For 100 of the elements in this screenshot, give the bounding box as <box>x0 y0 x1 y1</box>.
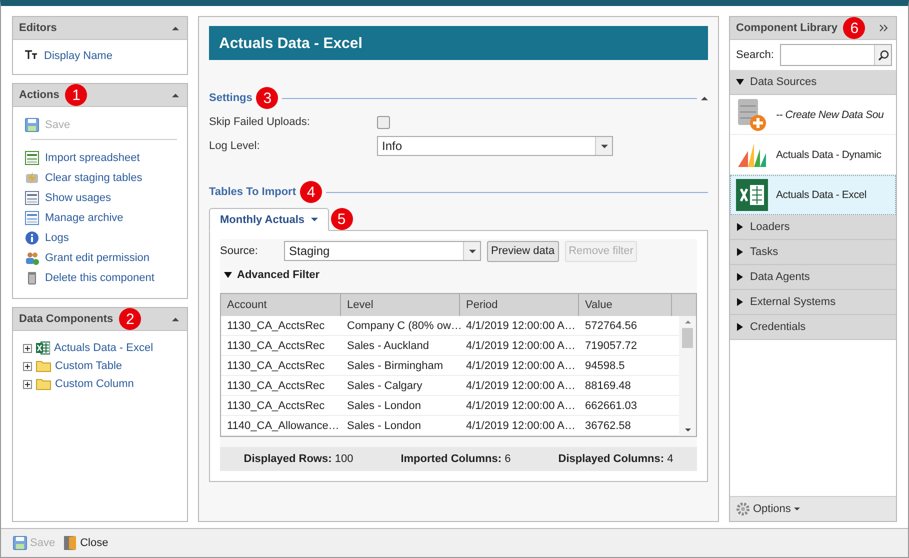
search-field[interactable] <box>780 44 892 66</box>
lightning-icon <box>25 171 39 185</box>
folder-icon <box>36 360 51 372</box>
collapsed-icon[interactable] <box>736 298 744 306</box>
library-item[interactable]: Actuals Data - Excel <box>730 175 896 215</box>
library-section[interactable]: Data Sources <box>730 70 896 95</box>
table-cell: Sales - London <box>341 416 460 436</box>
double-chevron-icon[interactable] <box>879 24 888 32</box>
library-section[interactable]: Data Agents <box>730 265 896 290</box>
section-title: Tables To Import <box>209 186 296 198</box>
spreadsheet-icon <box>736 178 768 210</box>
log-level-dropdown[interactable]: Info <box>377 136 613 156</box>
callout-badge: 1 <box>65 84 88 106</box>
table-cell: Company C (80% ow… <box>341 316 460 336</box>
collapse-icon[interactable] <box>701 94 708 102</box>
advanced-filter-toggle[interactable]: Advanced Filter <box>220 263 697 287</box>
scrollbar[interactable] <box>679 316 696 436</box>
spreadsheet-icon <box>25 151 39 165</box>
gear-icon <box>736 502 750 516</box>
library-section[interactable]: Tasks <box>730 240 896 265</box>
action-link[interactable]: Manage archive <box>25 208 187 228</box>
expand-icon[interactable] <box>23 344 32 352</box>
search-icon[interactable] <box>874 45 891 65</box>
callout-badge: 6 <box>843 17 866 39</box>
summary-text: Displayed Columns: 4 <box>558 453 674 465</box>
table-cell: Sales - Auckland <box>341 336 460 356</box>
save-icon <box>13 536 27 550</box>
action-link[interactable]: Logs <box>25 228 187 248</box>
tree-item[interactable]: Custom Column <box>55 376 134 392</box>
table-cell: 1130_CA_AcctsRec <box>221 336 341 356</box>
library-section[interactable]: Loaders <box>730 215 896 240</box>
callout-badge: 3 <box>256 87 278 109</box>
library-section[interactable]: Credentials <box>730 315 896 340</box>
collapsed-icon[interactable] <box>736 223 744 231</box>
table-cell: 1130_CA_AcctsRec <box>221 356 341 376</box>
scroll-up-icon[interactable] <box>684 319 690 325</box>
panel-title: Data Components <box>19 313 114 325</box>
toolbar-button[interactable]: Preview data <box>487 240 559 262</box>
section-title: Settings <box>209 92 252 104</box>
column-header[interactable]: Level <box>341 294 460 316</box>
scroll-down-icon[interactable] <box>684 427 690 433</box>
column-header[interactable]: Value <box>579 294 672 316</box>
summary-text: Displayed Rows: 100 <box>244 453 354 465</box>
close-button[interactable]: Close <box>63 535 108 551</box>
table-cell: 4/1/2019 12:00:00 A… <box>460 416 579 436</box>
collapse-icon[interactable] <box>172 316 179 322</box>
dropdown-icon[interactable] <box>794 506 800 512</box>
table-cell: Sales - London <box>341 396 460 416</box>
library-section[interactable]: External Systems <box>730 290 896 315</box>
table-cell: 4/1/2019 12:00:00 A… <box>460 316 579 336</box>
callout-badge: 4 <box>300 181 322 203</box>
collapse-icon[interactable] <box>172 92 179 98</box>
summary-text: Imported Columns: 6 <box>400 453 511 465</box>
folder-icon <box>36 378 51 390</box>
tree-item[interactable]: Actuals Data - Excel <box>54 340 154 356</box>
action-link[interactable]: Show usages <box>25 188 187 208</box>
checkbox[interactable] <box>377 116 390 128</box>
header-filler <box>672 294 696 316</box>
expand-icon[interactable] <box>23 380 32 388</box>
dropdown-icon[interactable] <box>600 142 608 150</box>
table-icon <box>25 191 39 205</box>
dropdown-icon[interactable] <box>310 216 318 223</box>
table-cell: 4/1/2019 12:00:00 A… <box>460 396 579 416</box>
tree-item[interactable]: Custom Table <box>55 358 122 374</box>
dropdown-icon[interactable] <box>468 248 476 254</box>
callout-badge: 5 <box>330 208 353 230</box>
door-icon <box>63 535 78 551</box>
panel-title: Actions <box>19 89 60 101</box>
server-add-icon <box>736 98 768 132</box>
expanded-icon[interactable] <box>736 78 744 86</box>
table-cell: 1130_CA_AcctsRec <box>221 396 341 416</box>
scroll-thumb[interactable] <box>682 328 693 348</box>
column-header[interactable]: Period <box>460 294 579 316</box>
collapsed-icon[interactable] <box>736 273 744 281</box>
action-link[interactable]: Grant edit permission <box>25 248 187 268</box>
column-header[interactable]: Account <box>221 294 341 316</box>
table-cell: Sales - Calgary <box>341 376 460 396</box>
panel-title: Editors <box>19 22 57 34</box>
expand-icon[interactable] <box>23 362 32 370</box>
table-cell: 4/1/2019 12:00:00 A… <box>460 336 579 356</box>
action-link[interactable]: Clear staging tables <box>25 168 187 188</box>
people-icon <box>25 251 39 265</box>
search-label: Search: <box>736 49 774 61</box>
action-link[interactable]: Delete this component <box>25 268 187 288</box>
collapsed-icon[interactable] <box>736 248 744 256</box>
field-label: Source: <box>220 245 259 257</box>
action-link[interactable]: Import spreadsheet <box>25 148 187 168</box>
save-icon <box>25 118 39 132</box>
expanded-icon[interactable] <box>224 271 232 279</box>
panel-title: Component Library <box>736 22 838 34</box>
collapsed-icon[interactable] <box>736 323 744 331</box>
table-cell: 1130_CA_AcctsRec <box>221 376 341 396</box>
collapse-icon[interactable] <box>172 24 179 32</box>
table-cell: 1130_CA_AcctsRec <box>221 316 341 336</box>
source-dropdown[interactable]: Staging <box>284 241 481 261</box>
table-cell: Sales - Birmingham <box>341 356 460 376</box>
field-label: Log Level: <box>209 140 261 152</box>
editor-link[interactable]: Display Name <box>25 48 175 64</box>
table-cell: 1140_CA_Allowance… <box>221 416 341 436</box>
table-tab[interactable]: Monthly Actuals <box>209 208 329 231</box>
